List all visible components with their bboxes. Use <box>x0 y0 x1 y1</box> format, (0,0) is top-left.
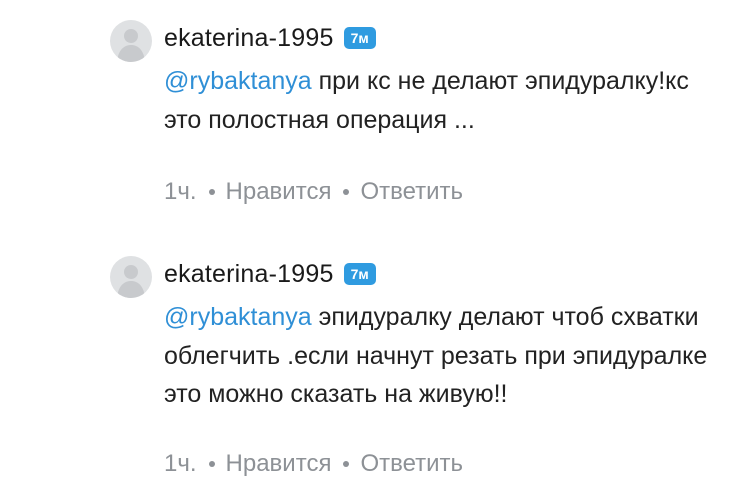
status-badge: 7м <box>343 27 376 49</box>
avatar[interactable] <box>110 20 152 62</box>
reply-button[interactable]: Ответить <box>360 178 463 206</box>
author-name[interactable]: ekaterina-1995 <box>164 24 334 53</box>
author-name[interactable]: ekaterina-1995 <box>164 260 334 289</box>
comment-text: @rybaktanya при кс не делают эпидуралку!… <box>164 62 724 139</box>
mention-link[interactable]: @rybaktanya <box>164 303 312 331</box>
user-silhouette-icon <box>117 265 145 298</box>
status-badge: 7м <box>343 263 376 285</box>
comment-meta: 1ч. Нравится Ответить <box>164 450 463 478</box>
avatar[interactable] <box>110 256 152 298</box>
separator-dot <box>208 189 215 195</box>
comment-meta: 1ч. Нравится Ответить <box>164 178 463 206</box>
user-silhouette-icon <box>117 29 145 62</box>
reply-button[interactable]: Ответить <box>360 450 463 478</box>
comment-time: 1ч. <box>164 450 197 477</box>
separator-dot <box>208 461 215 467</box>
separator-dot <box>343 189 350 195</box>
separator-dot <box>343 461 350 467</box>
comment-header: ekaterina-1995 7м <box>164 254 376 294</box>
comment-header: ekaterina-1995 7м <box>164 18 376 58</box>
like-button[interactable]: Нравится <box>226 178 332 206</box>
mention-link[interactable]: @rybaktanya <box>164 67 312 95</box>
comment-time: 1ч. <box>164 178 197 205</box>
like-button[interactable]: Нравится <box>226 450 332 478</box>
comment-text: @rybaktanya эпидуралку делают чтоб схват… <box>164 298 724 414</box>
